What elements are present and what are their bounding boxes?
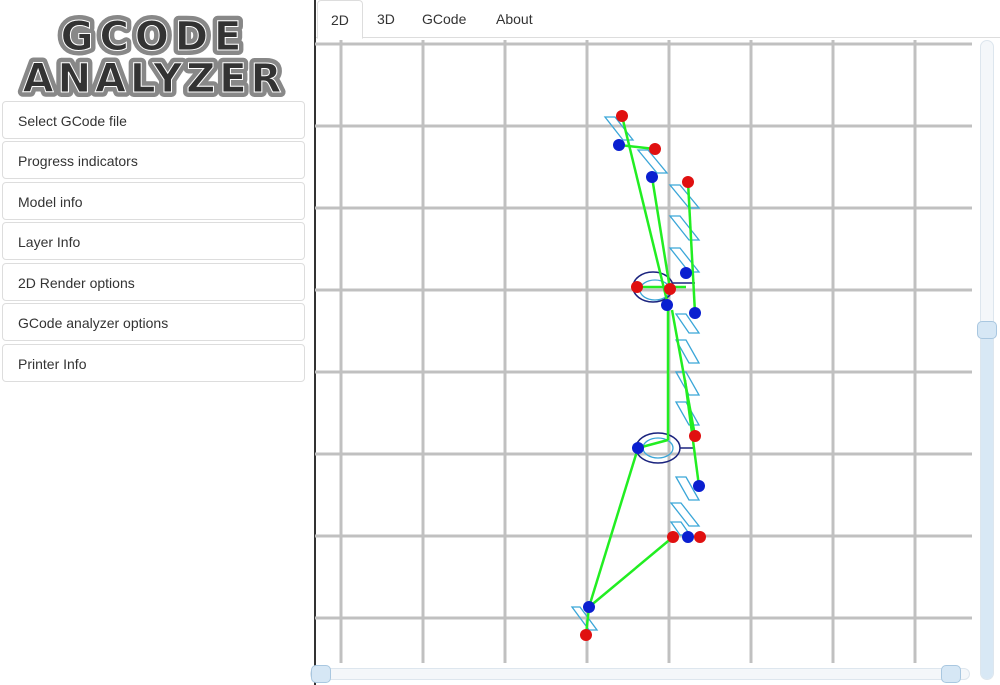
grid: [315, 40, 972, 663]
tab-bar: 2D 3D GCode About: [316, 0, 1000, 39]
tab-gcode[interactable]: GCode: [409, 0, 479, 38]
layer-info-panel[interactable]: Layer Info: [2, 222, 305, 260]
extrusion-moves: [584, 115, 701, 636]
layer-slider[interactable]: [977, 40, 997, 680]
gcode-analyzer-logo: GCODE GCODE ANALYZER ANALYZER: [4, 9, 304, 107]
render-options-panel[interactable]: 2D Render options: [2, 263, 305, 301]
analyzer-options-panel[interactable]: GCode analyzer options: [2, 303, 305, 341]
render-canvas[interactable]: [315, 38, 975, 668]
select-gcode-file-panel[interactable]: Select GCode file: [2, 101, 305, 139]
printer-info-panel[interactable]: Printer Info: [2, 344, 305, 382]
tab-3d[interactable]: 3D: [364, 0, 408, 38]
layer-slider-range: [981, 329, 993, 679]
svg-text:ANALYZER: ANALYZER: [23, 56, 286, 98]
range-end-handle[interactable]: [941, 665, 961, 683]
progress-indicators-panel[interactable]: Progress indicators: [2, 141, 305, 179]
sidebar: GCODE GCODE ANALYZER ANALYZER Select GCo…: [0, 0, 310, 685]
tab-2d[interactable]: 2D: [317, 0, 363, 39]
layer-slider-handle[interactable]: [977, 320, 997, 339]
tab-about[interactable]: About: [483, 0, 546, 38]
model-info-panel[interactable]: Model info: [2, 182, 305, 220]
progress-range-slider[interactable]: [310, 665, 970, 683]
range-start-handle[interactable]: [311, 665, 331, 683]
svg-text:GCODE: GCODE: [61, 14, 248, 60]
